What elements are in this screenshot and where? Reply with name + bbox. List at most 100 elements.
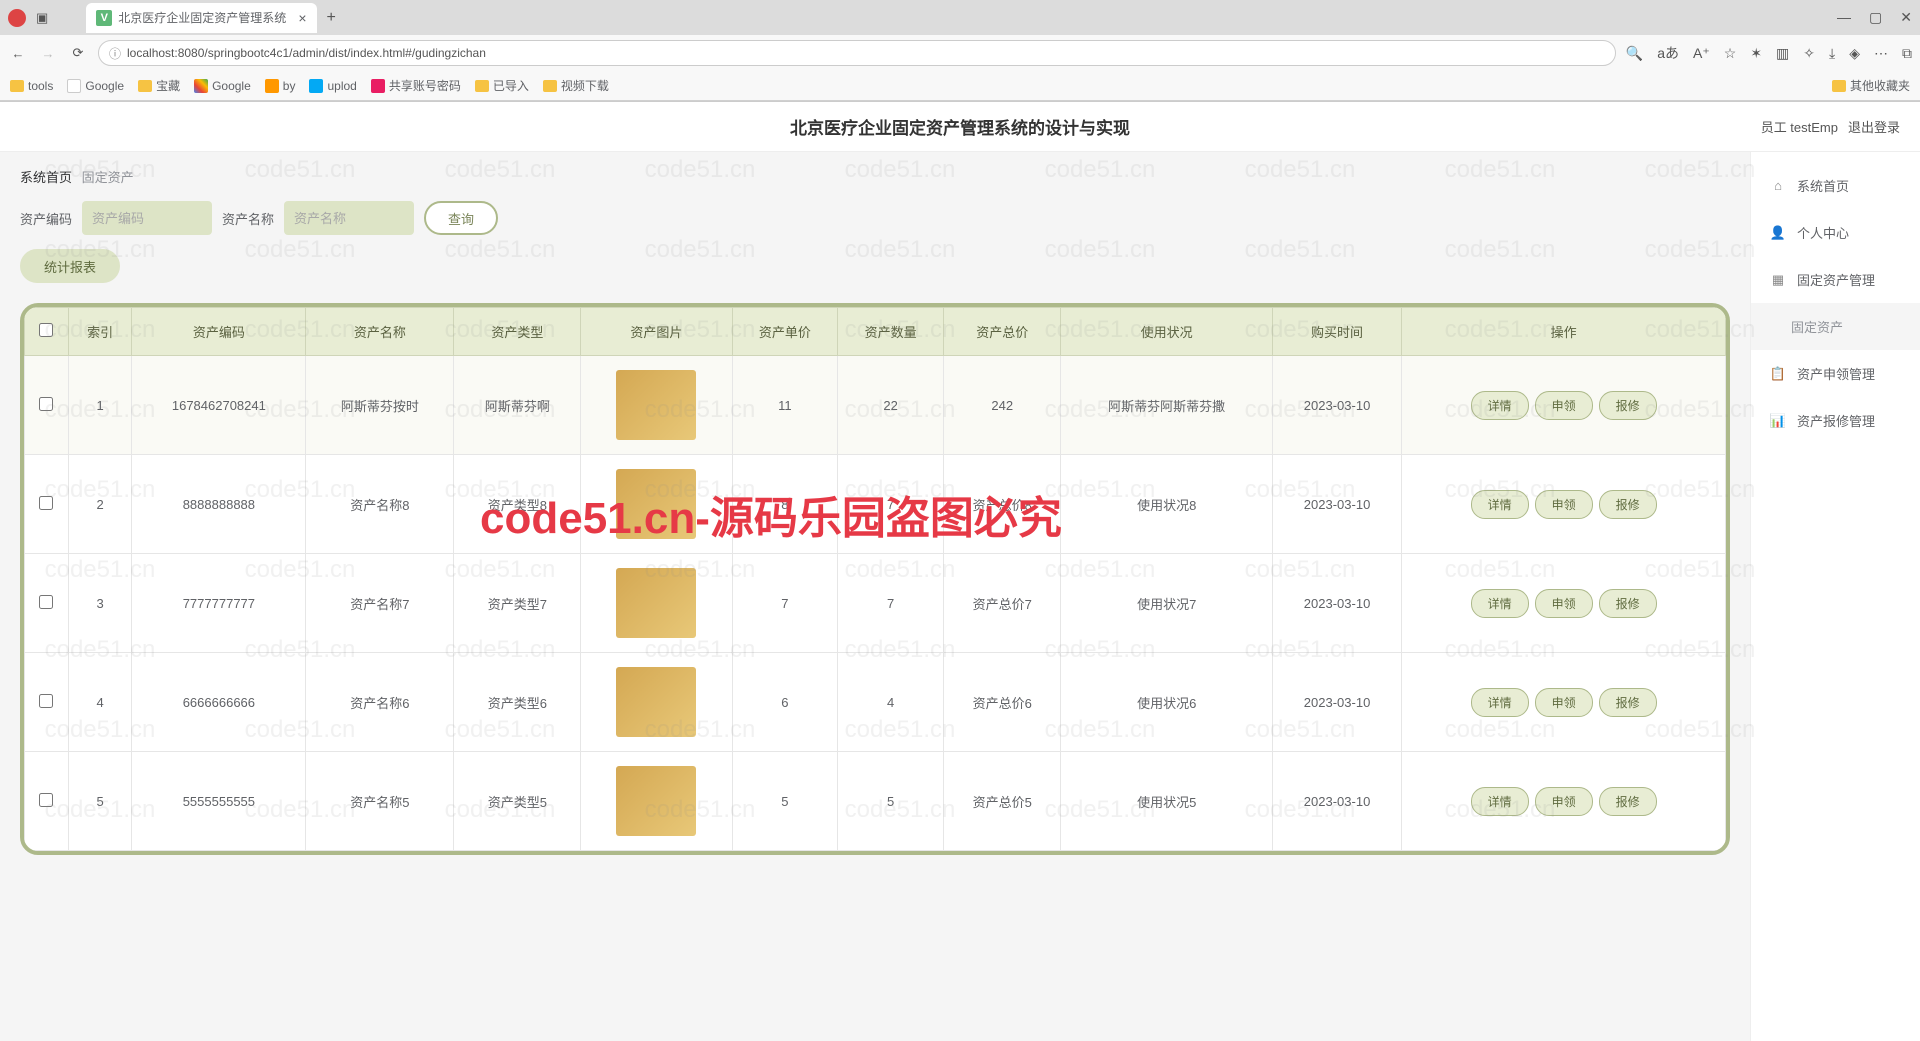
repair-button[interactable]: 报修 (1599, 589, 1657, 618)
filter-name-input[interactable] (284, 201, 414, 235)
collections-icon[interactable]: ✧ (1803, 45, 1815, 62)
read-aloud-icon[interactable]: A⁺ (1693, 45, 1710, 62)
table-cell: 4 (68, 653, 131, 752)
back-icon[interactable]: ← (8, 46, 28, 61)
bookmark-item[interactable]: uplod (309, 79, 356, 93)
table-cell: 7 (838, 554, 944, 653)
row-checkbox[interactable] (39, 496, 53, 510)
table-cell (581, 554, 732, 653)
browser-tab[interactable]: V 北京医疗企业固定资产管理系统 × (86, 3, 316, 33)
claim-button[interactable]: 申领 (1535, 787, 1593, 816)
repair-button[interactable]: 报修 (1599, 391, 1657, 420)
nav-home[interactable]: ⌂系统首页 (1751, 162, 1920, 209)
nav-personal[interactable]: 👤个人中心 (1751, 209, 1920, 256)
sidebar-icon[interactable]: ▥ (1776, 45, 1789, 62)
col-header: 资产类型 (454, 308, 581, 356)
filter-code-label: 资产编码 (20, 209, 72, 228)
row-checkbox[interactable] (39, 595, 53, 609)
nav-asset-mgmt[interactable]: ▦固定资产管理 (1751, 256, 1920, 303)
table-cell: 2023-03-10 (1272, 356, 1401, 455)
table-cell: 1 (68, 356, 131, 455)
bookmark-item[interactable]: 宝藏 (138, 77, 180, 94)
table-cell (25, 653, 69, 752)
col-header: 资产图片 (581, 308, 732, 356)
table-cell: 阿斯蒂芬啊 (454, 356, 581, 455)
table-cell: 8 (732, 455, 838, 554)
search-toolbar-icon[interactable]: 🔍 (1626, 45, 1643, 62)
info-icon[interactable]: ⓘ (109, 45, 121, 62)
table-cell: 2023-03-10 (1272, 455, 1401, 554)
maximize-icon[interactable]: ▢ (1869, 9, 1882, 26)
repair-button[interactable]: 报修 (1599, 490, 1657, 519)
bookmark-item[interactable]: Google (194, 79, 251, 93)
other-bookmarks[interactable]: 其他收藏夹 (1832, 77, 1910, 94)
bookmark-item[interactable]: 已导入 (475, 77, 529, 94)
repair-button[interactable]: 报修 (1599, 787, 1657, 816)
row-checkbox[interactable] (39, 397, 53, 411)
detail-button[interactable]: 详情 (1471, 787, 1529, 816)
close-icon[interactable]: ✕ (1900, 9, 1912, 26)
table-cell: 22 (838, 356, 944, 455)
query-button[interactable]: 查询 (424, 201, 498, 235)
claim-button[interactable]: 申领 (1535, 688, 1593, 717)
refresh-icon[interactable]: ⟳ (68, 45, 88, 61)
table-cell: 详情申领报修 (1402, 455, 1726, 554)
table-cell: 详情申领报修 (1402, 554, 1726, 653)
claim-button[interactable]: 申领 (1535, 589, 1593, 618)
col-header: 购买时间 (1272, 308, 1401, 356)
table-cell: 4 (838, 653, 944, 752)
table-cell: 资产总价8 (943, 455, 1060, 554)
bookmark-item[interactable]: tools (10, 79, 53, 93)
bookmark-item[interactable]: 共享账号密码 (371, 77, 461, 94)
claim-button[interactable]: 申领 (1535, 391, 1593, 420)
url-bar[interactable]: ⓘ localhost:8080/springbootc4c1/admin/di… (98, 40, 1616, 66)
nav-asset-sub[interactable]: 固定资产 (1751, 303, 1920, 350)
detail-button[interactable]: 详情 (1471, 589, 1529, 618)
filter-code-input[interactable] (82, 201, 212, 235)
breadcrumb-home[interactable]: 系统首页 (20, 170, 72, 185)
breadcrumb: 系统首页 固定资产 (20, 167, 1730, 186)
folder-icon (10, 80, 24, 92)
page-icon (309, 79, 323, 93)
table-cell: 阿斯蒂芬按时 (306, 356, 454, 455)
filter-row: 资产编码 资产名称 查询 (20, 201, 1730, 235)
table-cell: 7 (838, 455, 944, 554)
table-cell: 7 (732, 554, 838, 653)
bookmark-item[interactable]: Google (67, 79, 124, 93)
minimize-icon[interactable]: — (1837, 9, 1851, 26)
asset-image (616, 766, 696, 836)
col-header: 资产编码 (132, 308, 306, 356)
detail-button[interactable]: 详情 (1471, 490, 1529, 519)
workspaces-icon[interactable]: ▣ (36, 10, 48, 26)
close-tab-icon[interactable]: × (298, 10, 306, 26)
split-icon[interactable]: ⧉ (1902, 45, 1912, 62)
col-header: 操作 (1402, 308, 1726, 356)
nav-claim[interactable]: 📋资产申领管理 (1751, 350, 1920, 397)
claim-button[interactable]: 申领 (1535, 490, 1593, 519)
ext2-icon[interactable]: ◈ (1849, 45, 1860, 62)
col-header: 索引 (68, 308, 131, 356)
repair-button[interactable]: 报修 (1599, 688, 1657, 717)
asset-image (616, 469, 696, 539)
profile-icon[interactable] (8, 9, 26, 27)
row-checkbox[interactable] (39, 793, 53, 807)
table-cell (581, 752, 732, 851)
download-icon[interactable]: ⤓ (1829, 45, 1835, 62)
logout-link[interactable]: 退出登录 (1848, 117, 1900, 136)
nav-repair[interactable]: 📊资产报修管理 (1751, 397, 1920, 444)
detail-button[interactable]: 详情 (1471, 391, 1529, 420)
detail-button[interactable]: 详情 (1471, 688, 1529, 717)
row-checkbox[interactable] (39, 694, 53, 708)
favorite-icon[interactable]: ☆ (1724, 45, 1737, 62)
asset-table: 索引资产编码资产名称资产类型资产图片资产单价资产数量资产总价使用状况购买时间操作… (20, 303, 1730, 855)
new-tab-icon[interactable]: + (327, 9, 336, 27)
more-icon[interactable]: ⋯ (1874, 45, 1888, 62)
bookmark-item[interactable]: by (265, 79, 296, 93)
ext1-icon[interactable]: ✶ (1750, 45, 1762, 62)
page-icon (371, 79, 385, 93)
select-all-checkbox[interactable] (39, 323, 53, 337)
bookmark-item[interactable]: 视频下载 (543, 77, 609, 94)
translate-icon[interactable]: aあ (1657, 43, 1679, 63)
table-cell: 资产类型8 (454, 455, 581, 554)
stats-button[interactable]: 统计报表 (20, 249, 120, 283)
